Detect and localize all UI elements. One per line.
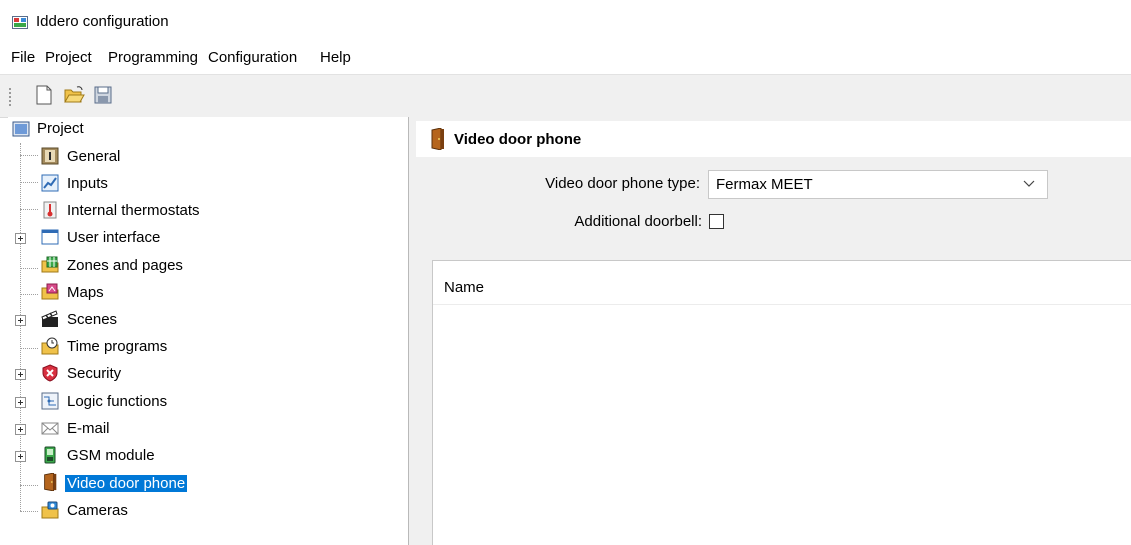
menu-project[interactable]: Project — [43, 49, 94, 66]
menu-programming[interactable]: Programming — [106, 49, 200, 66]
security-shield-icon — [42, 364, 58, 382]
phone-module-icon — [44, 446, 56, 464]
camera-folder-icon — [41, 501, 59, 519]
column-header-name[interactable]: Name — [444, 279, 484, 296]
expand-plus-icon[interactable] — [15, 315, 26, 326]
tree-item-scenes[interactable]: Scenes — [8, 307, 408, 334]
video-door-phone-type-select[interactable]: Fermax MEET — [708, 170, 1048, 199]
menu-file[interactable]: File — [9, 49, 37, 66]
toolbar-grip[interactable] — [9, 88, 13, 106]
project-icon — [12, 121, 30, 137]
tree-item-user-interface[interactable]: User interface — [8, 225, 408, 252]
tree-item-project[interactable]: Project — [8, 117, 408, 144]
tree-item-security[interactable]: Security — [8, 361, 408, 388]
window-icon — [41, 229, 59, 245]
list-header: Name — [433, 261, 1131, 305]
tree-label: Internal thermostats — [67, 202, 200, 219]
open-folder-icon[interactable] — [63, 84, 85, 106]
clapperboard-icon — [41, 310, 58, 327]
toolbar — [0, 74, 1131, 118]
tree-item-time-programs[interactable]: Time programs — [8, 334, 408, 361]
tree-label: E-mail — [67, 420, 110, 437]
detail-pane: Video door phone Video door phone type: … — [412, 117, 1131, 545]
new-document-icon[interactable] — [33, 84, 55, 106]
tree-label: Maps — [67, 284, 104, 301]
tree-item-cameras[interactable]: Cameras — [8, 498, 408, 525]
expand-plus-icon[interactable] — [15, 451, 26, 462]
expand-plus-icon[interactable] — [15, 369, 26, 380]
tree-label: Security — [67, 365, 122, 382]
tree-item-logic-functions[interactable]: Logic functions — [8, 389, 408, 416]
tree-label: Video door phone — [63, 474, 189, 493]
thermostat-icon — [43, 201, 57, 219]
tree-item-video-door-phone[interactable]: Video door phone — [8, 471, 408, 498]
tree-label: General — [67, 148, 121, 165]
select-value: Fermax MEET — [716, 176, 813, 193]
inputs-chart-icon — [41, 174, 59, 192]
door-icon — [431, 128, 444, 150]
clock-folder-icon — [41, 337, 59, 355]
zones-folder-icon — [41, 256, 59, 273]
maps-folder-icon — [41, 283, 59, 300]
tree-item-inputs[interactable]: Inputs — [8, 171, 408, 198]
panel-header: Video door phone — [416, 121, 1131, 157]
save-disk-icon[interactable] — [92, 84, 114, 106]
chevron-down-icon — [1023, 180, 1035, 187]
tree-item-gsm-module[interactable]: GSM module — [8, 443, 408, 470]
tree-item-maps[interactable]: Maps — [8, 280, 408, 307]
menu-help[interactable]: Help — [318, 49, 353, 66]
expand-plus-icon[interactable] — [15, 424, 26, 435]
menu-bar: File Project Programming Configuration H… — [0, 44, 1131, 74]
tree-label: Scenes — [67, 311, 118, 328]
tree-label: User interface — [67, 229, 161, 246]
tree-label: Time programs — [67, 338, 168, 355]
project-tree[interactable]: Project General Inputs Internal thermost… — [8, 117, 409, 545]
menu-configuration[interactable]: Configuration — [206, 49, 299, 66]
panel-title: Video door phone — [454, 131, 582, 148]
additional-doorbell-label: Additional doorbell: — [574, 213, 702, 230]
tree-item-zones-and-pages[interactable]: Zones and pages — [8, 253, 408, 280]
expand-plus-icon[interactable] — [15, 233, 26, 244]
tree-item-internal-thermostats[interactable]: Internal thermostats — [8, 198, 408, 225]
door-icon — [44, 473, 57, 491]
tree-label: Inputs — [67, 175, 108, 192]
video-door-phone-type-label: Video door phone type: — [545, 175, 700, 192]
tree-item-general[interactable]: General — [8, 144, 408, 171]
list-panel[interactable]: Name — [432, 260, 1131, 545]
title-bar: Iddero configuration — [0, 0, 1131, 44]
envelope-icon — [41, 422, 59, 435]
tree-label: Project — [37, 120, 84, 137]
tree-item-e-mail[interactable]: E-mail — [8, 416, 408, 443]
tree-label: Zones and pages — [67, 257, 183, 274]
app-icon — [12, 16, 28, 29]
tree-label: GSM module — [67, 447, 155, 464]
logic-diagram-icon — [41, 392, 59, 410]
additional-doorbell-checkbox[interactable] — [709, 214, 724, 229]
tree-label: Cameras — [67, 502, 128, 519]
tree-label: Logic functions — [67, 393, 168, 410]
window-title: Iddero configuration — [36, 13, 169, 30]
general-info-icon — [41, 147, 59, 165]
expand-plus-icon[interactable] — [15, 397, 26, 408]
